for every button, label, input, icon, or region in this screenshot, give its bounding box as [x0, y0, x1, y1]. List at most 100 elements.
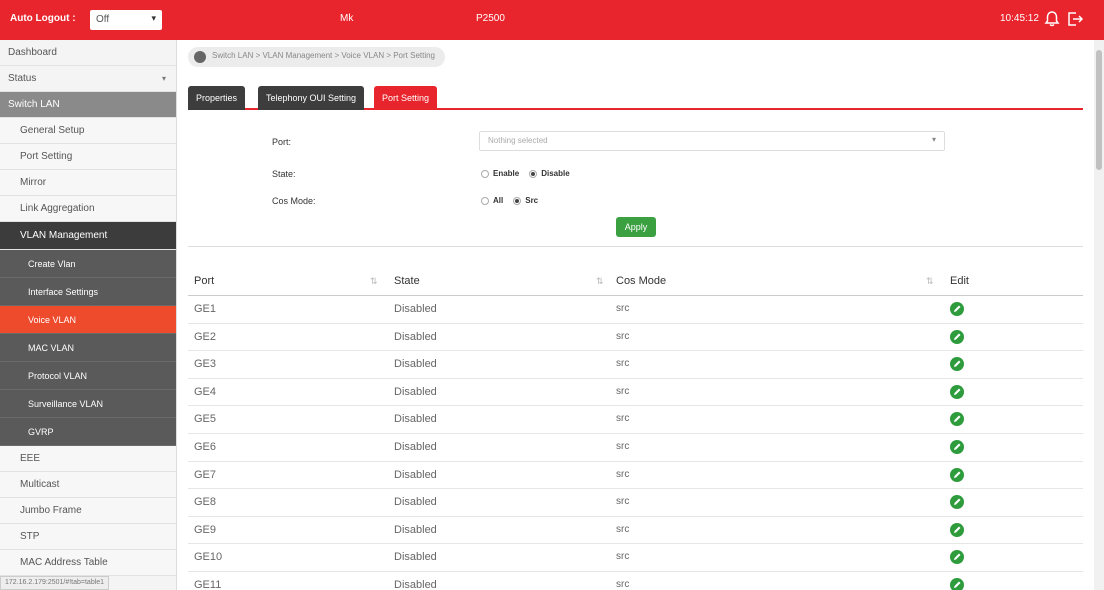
- page-scrollbar[interactable]: [1094, 40, 1104, 590]
- state-disable-label: Disable: [541, 169, 570, 178]
- scrollbar-thumb[interactable]: [1096, 50, 1102, 170]
- sidebar-item-mac-vlan[interactable]: MAC VLAN: [0, 334, 176, 362]
- port-select[interactable]: Nothing selected ▾: [479, 131, 945, 151]
- sidebar-item-status[interactable]: Status ▾: [0, 66, 176, 92]
- sidebar-item-protocol-vlan[interactable]: Protocol VLAN: [0, 362, 176, 390]
- sidebar-item-voice-vlan[interactable]: Voice VLAN: [0, 306, 176, 334]
- column-header-state[interactable]: State: [394, 275, 420, 287]
- sidebar-item-mirror[interactable]: Mirror: [0, 170, 176, 196]
- apply-button[interactable]: Apply: [616, 217, 656, 237]
- sort-icon[interactable]: ⇅: [370, 276, 378, 287]
- sidebar-item-mac-address-table[interactable]: MAC Address Table: [0, 550, 176, 576]
- product-name: P2500: [476, 13, 505, 24]
- state-radio-group: Enable Disable: [481, 169, 580, 178]
- sidebar-item-jumbo-frame[interactable]: Jumbo Frame: [0, 498, 176, 524]
- sidebar-item-label: Link Aggregation: [20, 203, 95, 214]
- cos-all-label: All: [493, 196, 504, 205]
- logout-icon[interactable]: [1066, 10, 1084, 28]
- port-label: Port:: [272, 137, 292, 147]
- cell-port: GE11: [194, 578, 222, 590]
- sidebar-item-dashboard[interactable]: Dashboard: [0, 40, 176, 66]
- cell-cos-mode: src: [616, 523, 630, 535]
- cos-mode-label: Cos Mode:: [272, 196, 316, 206]
- edit-icon[interactable]: [950, 384, 964, 399]
- cell-port: GE7: [194, 468, 217, 481]
- table-row: GE4 Disabled src: [188, 379, 1083, 407]
- table-row: GE7 Disabled src: [188, 462, 1083, 490]
- sidebar-item-label: MAC VLAN: [28, 343, 75, 353]
- sidebar-item-vlan-management[interactable]: VLAN Management: [0, 222, 176, 250]
- edit-icon[interactable]: [950, 467, 964, 482]
- edit-icon[interactable]: [950, 302, 964, 316]
- sidebar-item-label: Status: [8, 73, 37, 84]
- sort-icon[interactable]: ⇅: [926, 276, 934, 287]
- cell-cos-mode: src: [616, 496, 630, 508]
- sidebar-item-label: EEE: [20, 453, 41, 464]
- table-row: GE10 Disabled src: [188, 544, 1083, 572]
- sidebar-item-surveillance-vlan[interactable]: Surveillance VLAN: [0, 390, 176, 418]
- sidebar-item-create-vlan[interactable]: Create Vlan: [0, 250, 176, 278]
- cell-state: Disabled: [394, 440, 437, 453]
- sidebar-item-link-aggregation[interactable]: Link Aggregation: [0, 196, 176, 222]
- sidebar-item-label: General Setup: [20, 125, 85, 136]
- port-placeholder: Nothing selected: [488, 136, 548, 145]
- edit-icon[interactable]: [950, 522, 964, 537]
- sidebar-item-label: MAC Address Table: [20, 557, 108, 568]
- port-table: Port ⇅ State ⇅ Cos Mode ⇅ Edit GE1 Disabl…: [188, 268, 1083, 590]
- state-disable-radio[interactable]: [529, 169, 538, 178]
- column-header-port[interactable]: Port: [194, 275, 214, 287]
- edit-icon[interactable]: [950, 357, 964, 372]
- cell-port: GE5: [194, 413, 217, 426]
- table-row: GE3 Disabled src: [188, 351, 1083, 379]
- edit-icon[interactable]: [950, 577, 964, 590]
- auto-logout-select[interactable]: Off ▾: [90, 10, 162, 30]
- edit-icon[interactable]: [950, 439, 964, 454]
- sort-icon[interactable]: ⇅: [596, 276, 604, 287]
- cos-all-radio[interactable]: [481, 196, 489, 205]
- cos-src-radio[interactable]: [513, 196, 522, 205]
- cell-cos-mode: src: [616, 358, 630, 370]
- sidebar-item-multicast[interactable]: Multicast: [0, 472, 176, 498]
- chevron-down-icon: ▾: [161, 74, 166, 83]
- home-icon[interactable]: [194, 51, 206, 63]
- sidebar-item-label: Create Vlan: [28, 259, 76, 269]
- cell-state: Disabled: [394, 468, 437, 481]
- divider: [188, 246, 1083, 247]
- sidebar-item-label: VLAN Management: [20, 230, 108, 241]
- cell-state: Disabled: [394, 551, 437, 564]
- sidebar-item-stp[interactable]: STP: [0, 524, 176, 550]
- model-name: Mk: [340, 13, 354, 24]
- sidebar-item-gvrp[interactable]: GVRP: [0, 418, 176, 446]
- edit-icon[interactable]: [950, 550, 964, 565]
- state-enable-radio[interactable]: [481, 169, 489, 178]
- sidebar-item-label: Interface Settings: [28, 287, 99, 297]
- cell-port: GE3: [194, 358, 217, 371]
- cell-port: GE4: [194, 385, 217, 398]
- sidebar-item-general-setup[interactable]: General Setup: [0, 118, 176, 144]
- top-bar: Auto Logout : Off ▾ Mk P2500 10:45:12: [0, 0, 1104, 40]
- column-header-cos-mode[interactable]: Cos Mode: [616, 275, 666, 287]
- cell-state: Disabled: [394, 330, 437, 343]
- cell-cos-mode: src: [616, 551, 630, 563]
- tab-telephony-oui-setting[interactable]: Telephony OUI Setting: [258, 86, 365, 110]
- tab-port-setting[interactable]: Port Setting: [374, 86, 438, 110]
- cell-cos-mode: src: [616, 440, 630, 452]
- sidebar-item-label: Protocol VLAN: [28, 371, 88, 381]
- edit-icon[interactable]: [950, 329, 964, 344]
- table-row: GE5 Disabled src: [188, 406, 1083, 434]
- tab-properties[interactable]: Properties: [188, 86, 246, 110]
- table-row: GE11 Disabled src: [188, 572, 1083, 590]
- bell-icon[interactable]: [1043, 10, 1061, 28]
- cell-cos-mode: src: [616, 330, 630, 342]
- sidebar-item-port-setting[interactable]: Port Setting: [0, 144, 176, 170]
- edit-icon[interactable]: [950, 412, 964, 427]
- system-time: 10:45:12: [1000, 13, 1039, 24]
- edit-icon[interactable]: [950, 495, 964, 510]
- sidebar-item-switch-lan[interactable]: Switch LAN: [0, 92, 176, 118]
- sidebar-item-interface-settings[interactable]: Interface Settings: [0, 278, 176, 306]
- cell-state: Disabled: [394, 496, 437, 509]
- table-row: GE9 Disabled src: [188, 517, 1083, 545]
- sidebar-item-label: Surveillance VLAN: [28, 399, 104, 409]
- sidebar-item-label: Dashboard: [8, 47, 57, 58]
- sidebar-item-eee[interactable]: EEE: [0, 446, 176, 472]
